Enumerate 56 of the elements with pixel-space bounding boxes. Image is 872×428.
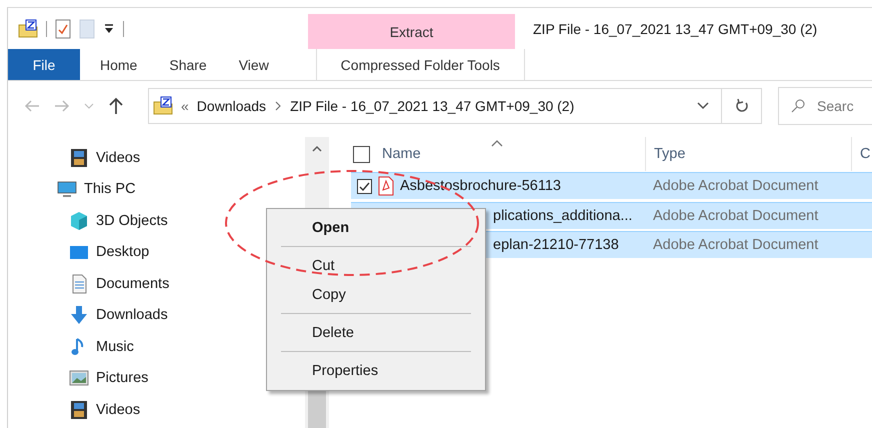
cube-icon (69, 210, 89, 231)
breadcrumb[interactable]: Downloads (196, 98, 266, 114)
film-icon (69, 148, 89, 168)
down-arrow-icon (69, 305, 89, 326)
menu-item[interactable]: Copy (267, 280, 485, 309)
ribbon-tab[interactable]: File (8, 49, 80, 80)
zip-folder-icon (18, 18, 38, 38)
file-type: Adobe Acrobat Document (652, 208, 818, 224)
nav-item-label[interactable]: Videos (96, 402, 140, 418)
address-bar[interactable]: « Downloads ZIP File - 16_07_2021 13_47 GMT+09_30 (2) (148, 88, 722, 124)
file-name: Asbestosbrochure-56113 (400, 178, 561, 194)
chevron-down-icon[interactable] (697, 102, 709, 110)
file-type: Adobe Acrobat Document (652, 178, 818, 194)
nav-item-label[interactable]: Pictures (96, 370, 148, 386)
ribbon-tab[interactable]: Home (88, 49, 150, 80)
nav-item-label[interactable]: Videos (96, 150, 140, 166)
nav-item-label[interactable]: Music (96, 338, 134, 355)
scroll-up-icon[interactable] (312, 145, 322, 153)
picture-icon (69, 368, 89, 388)
pdf-file-icon (378, 176, 394, 196)
ribbon-tab[interactable]: Share (157, 49, 219, 80)
nav-item-label[interactable]: This PC (84, 181, 136, 198)
row-checkbox[interactable] (357, 178, 372, 194)
window-title: ZIP File - 16_07_2021 13_47 GMT+09_30 (2) (532, 20, 818, 39)
search-icon (791, 99, 805, 113)
file-row[interactable]: Asbestosbrochure-56113 Adobe Acrobat Document (351, 172, 872, 199)
menu-item[interactable]: Properties (267, 356, 485, 385)
refresh-icon (734, 98, 748, 114)
refresh-button[interactable] (722, 88, 762, 124)
properties-icon[interactable] (55, 18, 71, 38)
search-field[interactable]: Searc (778, 87, 872, 125)
column-header[interactable]: Name (382, 146, 421, 162)
file-type: Adobe Acrobat Document (652, 237, 818, 253)
file-name: plications_additiona... (493, 208, 632, 224)
ribbon-tab[interactable]: Compressed Folder Tools (316, 49, 525, 80)
column-header[interactable]: Type (645, 137, 851, 171)
nav-item-label[interactable]: Documents (96, 276, 170, 292)
zip-folder-icon (153, 96, 173, 116)
column-header[interactable]: C (851, 137, 870, 171)
menu-item[interactable]: Cut (267, 251, 485, 280)
dropdown-icon[interactable] (103, 22, 115, 34)
up-arrow-icon[interactable] (108, 97, 124, 115)
select-all-checkbox[interactable] (353, 146, 370, 162)
contextual-tab-group: Extract (308, 14, 515, 49)
ribbon-tab[interactable]: View (226, 49, 281, 80)
nav-item-label[interactable]: Downloads (96, 307, 168, 324)
breadcrumb[interactable]: ZIP File - 16_07_2021 13_47 GMT+09_30 (2) (290, 98, 574, 114)
film-icon (69, 400, 89, 420)
nav-item-label[interactable]: 3D Objects (96, 212, 168, 229)
file-name: eplan-21210-77138 (493, 237, 619, 253)
menu-item[interactable]: Delete (267, 318, 485, 347)
nav-item-label[interactable]: Desktop (96, 244, 150, 260)
chevron-right-icon (274, 101, 282, 111)
computer-icon (57, 179, 77, 200)
overflow-chevron[interactable]: « (181, 98, 189, 114)
sort-caret-icon (491, 139, 503, 147)
